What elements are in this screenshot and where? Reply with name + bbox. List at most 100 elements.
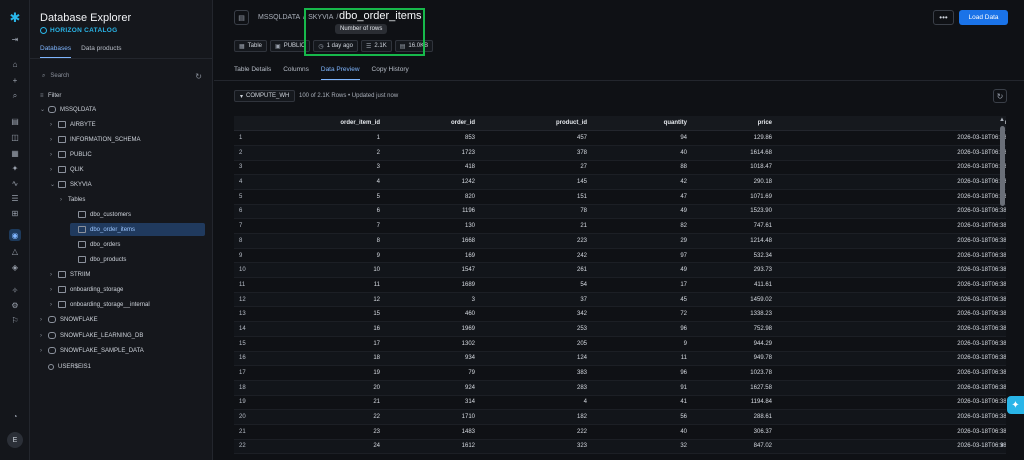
table-cell[interactable]: 944.29 bbox=[691, 336, 776, 352]
table-cell[interactable]: 253 bbox=[479, 321, 591, 337]
tree-item-dbo-orders[interactable]: dbo_orders bbox=[70, 238, 200, 251]
table-cell[interactable]: 72 bbox=[591, 306, 691, 323]
table-cell[interactable]: 1 bbox=[264, 130, 384, 146]
table-cell[interactable]: 130 bbox=[384, 218, 479, 234]
table-cell[interactable]: 124 bbox=[479, 351, 591, 367]
table-cell[interactable]: 293.73 bbox=[691, 262, 776, 279]
column-header-order-item-id[interactable]: order_item_id bbox=[264, 116, 384, 132]
home-icon[interactable]: ⌂ bbox=[9, 58, 21, 70]
table-row[interactable]: 66119678491523.902026-03-18T06:38:21.803… bbox=[234, 204, 1006, 220]
table-cell[interactable]: 54 bbox=[479, 277, 591, 293]
tree-item-snowflake-learning-db[interactable]: › SNOWFLAKE_LEARNING_DB bbox=[40, 329, 200, 342]
table-cell[interactable]: 2026-03-18T06:38:21.8033 bbox=[776, 277, 1006, 293]
table-cell[interactable]: 3 bbox=[264, 160, 384, 176]
column-header-price[interactable]: price bbox=[691, 116, 776, 132]
table-cell[interactable]: 1627.58 bbox=[691, 380, 776, 396]
table-cell[interactable]: 2026-03-18T06:38:21.8033 bbox=[776, 204, 1006, 220]
monitoring-icon[interactable]: ∿ bbox=[9, 177, 21, 189]
table-cell[interactable]: 820 bbox=[384, 189, 479, 205]
search-input[interactable]: ⌕ Search ↻ bbox=[42, 70, 202, 82]
table-cell[interactable]: 411.61 bbox=[691, 277, 776, 293]
table-cell[interactable]: 242 bbox=[479, 248, 591, 264]
table-row[interactable]: 2224161232332847.022026-03-18T06:38:21.8… bbox=[234, 439, 1006, 455]
table-cell[interactable]: 1614.68 bbox=[691, 145, 776, 161]
snowflake-logo-icon[interactable]: ✱ bbox=[7, 10, 23, 26]
chevron-right-icon[interactable]: › bbox=[60, 197, 68, 203]
table-cell[interactable]: 1194.84 bbox=[691, 395, 776, 411]
table-cell[interactable]: 21 bbox=[264, 395, 384, 411]
table-row[interactable]: 19213144411194.842026-03-18T06:38:21.803… bbox=[234, 395, 1006, 411]
table-cell[interactable]: 2026-03-18T06:38:21.8033 bbox=[776, 262, 1006, 279]
table-cell[interactable]: 169 bbox=[384, 248, 479, 264]
table-cell[interactable]: 145 bbox=[479, 174, 591, 190]
table-row[interactable]: 1212337451459.022026-03-18T06:38:21.8033 bbox=[234, 292, 1006, 308]
breadcrumb-database[interactable]: MSSQLDATA bbox=[258, 14, 300, 21]
shield-icon[interactable]: ◈ bbox=[9, 261, 21, 273]
scroll-up-icon[interactable]: ▲ bbox=[999, 117, 1005, 123]
table-cell[interactable]: 1214.48 bbox=[691, 233, 776, 249]
table-cell[interactable]: 49 bbox=[591, 262, 691, 279]
table-cell[interactable]: 1612 bbox=[384, 439, 479, 455]
ai-ml-icon[interactable]: ✦ bbox=[9, 162, 21, 174]
projects-icon[interactable]: ◫ bbox=[9, 131, 21, 143]
table-cell[interactable]: 1338.23 bbox=[691, 306, 776, 323]
table-cell[interactable]: 47 bbox=[591, 189, 691, 205]
table-cell[interactable]: 15 bbox=[264, 306, 384, 323]
dashboards-icon[interactable]: ▦ bbox=[9, 147, 21, 159]
table-row[interactable]: 9916924297532.342026-03-18T06:38:21.8033 bbox=[234, 248, 1006, 264]
column-header-quantity[interactable]: quantity bbox=[591, 116, 691, 132]
table-row[interactable]: 44124214542290.182026-03-18T06:38:21.803… bbox=[234, 174, 1006, 190]
tree-item-onboarding-storage-internal[interactable]: › onboarding_storage__internal bbox=[50, 298, 200, 311]
chevron-down-icon[interactable]: ⌄ bbox=[50, 181, 58, 188]
tree-item-dbo-order-items[interactable]: dbo_order_items bbox=[70, 223, 205, 236]
table-cell[interactable]: 306.37 bbox=[691, 424, 776, 440]
table-cell[interactable]: 22 bbox=[264, 409, 384, 425]
table-cell[interactable]: 21 bbox=[479, 218, 591, 234]
table-cell[interactable]: 49 bbox=[591, 204, 691, 220]
table-cell[interactable]: 18 bbox=[264, 351, 384, 367]
tree-item-public[interactable]: › PUBLIC bbox=[50, 148, 200, 161]
table-cell[interactable]: 290.18 bbox=[691, 174, 776, 190]
table-cell[interactable]: 1023.78 bbox=[691, 365, 776, 381]
table-cell[interactable]: 378 bbox=[479, 145, 591, 161]
table-cell[interactable]: 45 bbox=[591, 292, 691, 308]
table-cell[interactable]: 752.98 bbox=[691, 321, 776, 337]
table-cell[interactable]: 2026-03-18T06:38:21.8033 bbox=[776, 395, 1006, 411]
settings-icon[interactable]: ⚙ bbox=[9, 299, 21, 311]
table-cell[interactable]: 11 bbox=[591, 351, 691, 367]
table-cell[interactable]: 2026-03-18T06:38:21.8033 bbox=[776, 409, 1006, 425]
tree-item-user-eis1[interactable]: USER$EIS1 bbox=[40, 360, 200, 373]
table-cell[interactable]: 40 bbox=[591, 424, 691, 440]
table-row[interactable]: 2022171018256288.612026-03-18T06:38:21.8… bbox=[234, 409, 1006, 425]
table-cell[interactable]: 222 bbox=[479, 424, 591, 440]
table-cell[interactable]: 2026-03-18T06:38:21.8033 bbox=[776, 424, 1006, 440]
table-row[interactable]: 2123148322240306.372026-03-18T06:38:21.8… bbox=[234, 424, 1006, 440]
table-row[interactable]: 1185345794129.862026-03-18T06:38:21.8033 bbox=[234, 130, 1006, 146]
tab-copy-history[interactable]: Copy History bbox=[372, 66, 409, 80]
table-cell[interactable]: 7 bbox=[264, 218, 384, 234]
chevron-right-icon[interactable]: › bbox=[50, 137, 58, 143]
chevron-right-icon[interactable]: › bbox=[50, 302, 58, 308]
tree-item-striim[interactable]: › STRIIM bbox=[50, 268, 200, 281]
table-cell[interactable]: 383 bbox=[479, 365, 591, 381]
table-cell[interactable]: 24 bbox=[264, 439, 384, 455]
table-cell[interactable]: 418 bbox=[384, 160, 479, 176]
table-cell[interactable]: 283 bbox=[479, 380, 591, 396]
tree-item-snowflake[interactable]: › SNOWFLAKE bbox=[40, 313, 200, 326]
table-row[interactable]: 1315460342721338.232026-03-18T06:38:21.8… bbox=[234, 306, 1006, 323]
table-cell[interactable]: 41 bbox=[591, 395, 691, 411]
refresh-icon[interactable]: ↻ bbox=[195, 72, 202, 81]
tab-columns[interactable]: Columns bbox=[283, 66, 309, 80]
table-cell[interactable]: 79 bbox=[384, 365, 479, 381]
chevron-down-icon[interactable]: ⌄ bbox=[40, 106, 48, 113]
table-cell[interactable]: 5 bbox=[264, 189, 384, 205]
table-cell[interactable]: 1689 bbox=[384, 277, 479, 293]
scrollbar-thumb[interactable] bbox=[1000, 126, 1005, 206]
table-cell[interactable]: 12 bbox=[264, 292, 384, 308]
table-row[interactable]: 151713022059944.292026-03-18T06:38:21.80… bbox=[234, 336, 1006, 352]
table-cell[interactable]: 96 bbox=[591, 365, 691, 381]
table-cell[interactable]: 288.61 bbox=[691, 409, 776, 425]
table-cell[interactable]: 853 bbox=[384, 130, 479, 146]
table-cell[interactable]: 1483 bbox=[384, 424, 479, 440]
collapse-icon[interactable]: ⇥ bbox=[9, 33, 21, 45]
